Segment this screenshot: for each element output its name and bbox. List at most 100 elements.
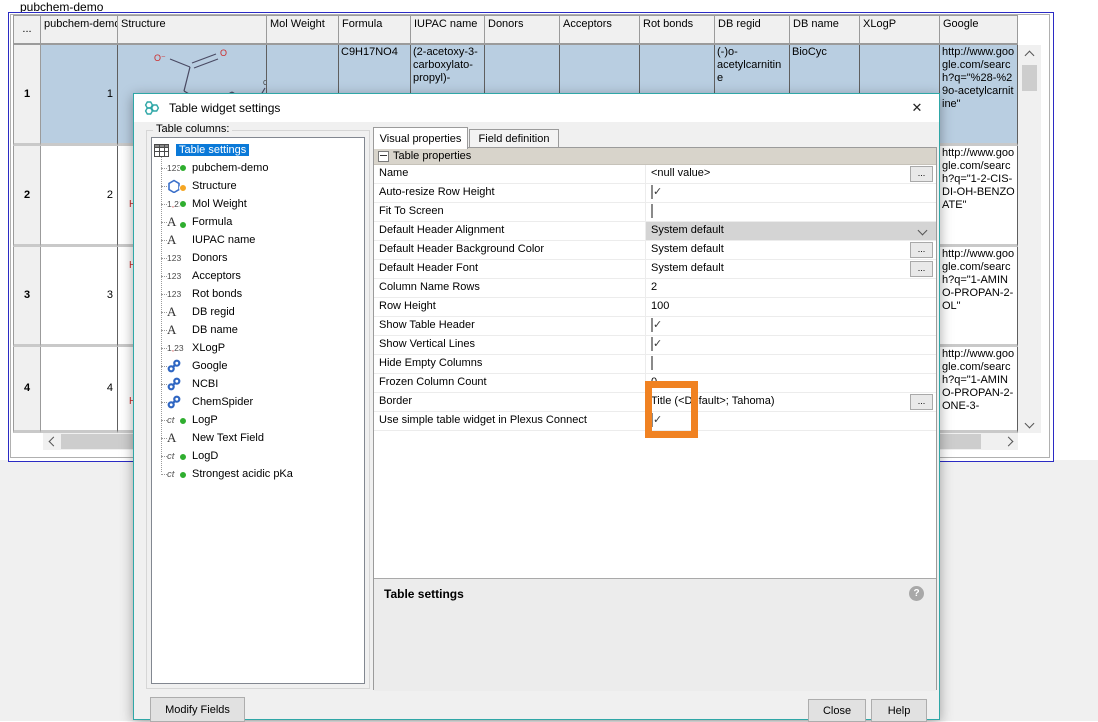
property-value[interactable]: 100 [646, 298, 936, 316]
row-header[interactable]: 2 [13, 146, 41, 247]
float-icon: 1,23 [167, 343, 189, 353]
grid-cell[interactable]: http://www.google.com/search?q="1-2-CIS-… [940, 146, 1018, 247]
property-value[interactable] [646, 317, 936, 335]
grid-column-header[interactable]: Rot bonds [640, 15, 715, 45]
tree-item-logd[interactable]: ctLogD [152, 447, 364, 465]
tab-visual-properties[interactable]: Visual properties [373, 127, 468, 149]
modify-fields-button[interactable]: Modify Fields [150, 697, 245, 722]
tree-item-google[interactable]: Google [152, 357, 364, 375]
close-button[interactable]: Close [808, 699, 866, 722]
tree-item-label: LogD [189, 450, 221, 462]
tree-item-rot-bonds[interactable]: 123Rot bonds [152, 285, 364, 303]
property-value[interactable]: System default [646, 260, 936, 278]
row-header[interactable]: 1 [13, 45, 41, 146]
tree-item-formula[interactable]: AFormula [152, 213, 364, 231]
grid-column-header[interactable]: XLogP [860, 15, 940, 45]
tree-item-structure[interactable]: Structure [152, 177, 364, 195]
property-label: Default Header Alignment [374, 222, 646, 240]
property-group-header[interactable]: Table properties [374, 148, 936, 165]
tree-item-table-settings[interactable]: Table settings [152, 141, 364, 159]
scroll-down-button[interactable] [1021, 416, 1038, 433]
property-label: Row Height [374, 298, 646, 316]
text-icon: A [167, 304, 189, 320]
grid-cell[interactable]: http://www.google.com/search?q="%28-%29o… [940, 45, 1018, 146]
property-value[interactable]: 2 [646, 279, 936, 297]
property-value[interactable]: System default [646, 222, 936, 240]
description-panel: Table settings ? [374, 578, 936, 691]
grid-cell[interactable]: http://www.google.com/search?q="1-AMINO-… [940, 247, 1018, 347]
svg-text:O: O [220, 48, 227, 58]
collapse-icon[interactable] [378, 151, 389, 162]
grid-column-header[interactable]: Formula [339, 15, 411, 45]
tree-item-label: Donors [189, 252, 230, 264]
tree-item-label: IUPAC name [189, 234, 258, 246]
checkbox-checked[interactable] [651, 318, 653, 332]
scroll-left-button[interactable] [43, 433, 60, 450]
checkbox-checked[interactable] [651, 337, 653, 351]
checkbox-unchecked[interactable] [651, 204, 653, 218]
grid-column-header[interactable]: pubchem-demo [41, 15, 118, 45]
indexed-green-dot-icon [179, 471, 187, 479]
highlight-box [645, 381, 698, 438]
tree-item-donors[interactable]: 123Donors [152, 249, 364, 267]
tree-item-db-regid[interactable]: ADB regid [152, 303, 364, 321]
tree-item-xlogp[interactable]: 1,23XLogP [152, 339, 364, 357]
property-value[interactable]: System default [646, 241, 936, 259]
tree-item-chemspider[interactable]: ChemSpider [152, 393, 364, 411]
help-icon[interactable]: ? [909, 586, 924, 601]
property-label: Default Header Font [374, 260, 646, 278]
property-value[interactable] [646, 184, 936, 202]
property-row: Default Header FontSystem default... [374, 260, 936, 279]
help-button[interactable]: Help [871, 699, 927, 722]
grid-column-header[interactable]: DB name [790, 15, 860, 45]
tree-item-label: DB name [189, 324, 241, 336]
grid-column-header[interactable]: DB regid [715, 15, 790, 45]
grid-column-header[interactable]: Donors [485, 15, 560, 45]
property-row: Row Height100 [374, 298, 936, 317]
vertical-scrollbar[interactable] [1018, 45, 1041, 433]
tree-item-db-name[interactable]: ADB name [152, 321, 364, 339]
property-label: Default Header Background Color [374, 241, 646, 259]
grid-corner-button[interactable]: ... [13, 15, 41, 45]
svg-text:O⁻: O⁻ [154, 53, 166, 63]
tree-item-acceptors[interactable]: 123Acceptors [152, 267, 364, 285]
tree-item-logp[interactable]: ctLogP [152, 411, 364, 429]
grid-column-header[interactable]: Acceptors [560, 15, 640, 45]
property-value[interactable] [646, 203, 936, 221]
checkbox-unchecked[interactable] [651, 356, 653, 370]
tree-item-ncbi[interactable]: NCBI [152, 375, 364, 393]
row-header[interactable]: 3 [13, 247, 41, 347]
ellipsis-button[interactable]: ... [910, 261, 933, 277]
tab-field-definition[interactable]: Field definition [469, 129, 559, 149]
grid-column-header[interactable]: Google [940, 15, 1018, 45]
property-row: Show Table Header [374, 317, 936, 336]
scroll-up-button[interactable] [1021, 45, 1038, 62]
tree-item-strongest-acidic-pka[interactable]: ctStrongest acidic pKa [152, 465, 364, 483]
property-value[interactable] [646, 336, 936, 354]
tree-item-iupac-name[interactable]: AIUPAC name [152, 231, 364, 249]
tree-item-pubchem-demo[interactable]: 123pubchem-demo [152, 159, 364, 177]
row-header[interactable]: 4 [13, 347, 41, 433]
grid-cell[interactable]: 3 [41, 247, 118, 347]
int-icon: 123 [167, 163, 189, 173]
grid-cell[interactable]: 4 [41, 347, 118, 433]
ellipsis-button[interactable]: ... [910, 394, 933, 410]
grid-cell[interactable]: 1 [41, 45, 118, 146]
ellipsis-button[interactable]: ... [910, 166, 933, 182]
property-value[interactable]: <null value> [646, 165, 936, 183]
grid-cell[interactable]: 2 [41, 146, 118, 247]
column-tree-container: Table settings123pubchem-demoStructure1,… [151, 137, 365, 684]
vertical-scroll-thumb[interactable] [1022, 65, 1037, 91]
scroll-right-button[interactable] [1001, 433, 1018, 450]
property-value[interactable] [646, 355, 936, 373]
grid-column-header[interactable]: Mol Weight [267, 15, 339, 45]
grid-column-header[interactable]: IUPAC name [411, 15, 485, 45]
grid-cell[interactable]: http://www.google.com/search?q="1-AMINO-… [940, 347, 1018, 433]
close-icon[interactable]: ✕ [895, 94, 939, 122]
chevron-down-icon[interactable] [918, 226, 928, 236]
tree-item-new-text-field[interactable]: ANew Text Field [152, 429, 364, 447]
ellipsis-button[interactable]: ... [910, 242, 933, 258]
tree-item-mol-weight[interactable]: 1,23Mol Weight [152, 195, 364, 213]
grid-column-header[interactable]: Structure [118, 15, 267, 45]
checkbox-checked[interactable] [651, 185, 653, 199]
